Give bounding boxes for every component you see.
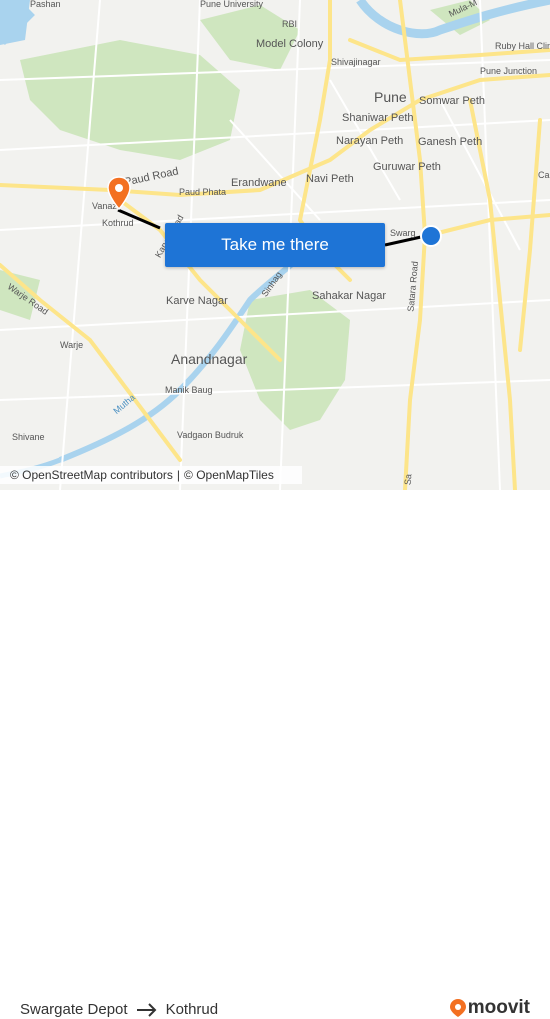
label-sahakar-nagar: Sahakar Nagar: [312, 290, 386, 302]
route-summary: Swargate Depot Kothrud: [20, 1001, 218, 1018]
label-ca-partial: Ca: [538, 170, 550, 180]
attribution-separator: |: [176, 468, 181, 482]
label-shivajinagar: Shivajinagar: [331, 57, 381, 67]
arrow-right-icon: [136, 1002, 158, 1017]
footer-bar: Swargate Depot Kothrud moovit: [0, 490, 550, 1018]
map-attribution: © OpenStreetMap contributors | © OpenMap…: [0, 466, 302, 484]
label-paud-phata: Paud Phata: [179, 187, 227, 197]
destination-name: Kothrud: [165, 1001, 219, 1018]
label-manik-baug: Manik Baug: [165, 385, 213, 395]
label-karve-nagar: Karve Nagar: [166, 295, 228, 307]
lake: [0, 0, 30, 45]
take-me-there-button[interactable]: Take me there: [165, 223, 385, 267]
moovit-logo: moovit: [449, 997, 530, 1019]
label-pune-university: Pune University: [200, 0, 264, 9]
label-shaniwar-peth: Shaniwar Peth: [342, 112, 414, 124]
osm-attribution-link[interactable]: © OpenStreetMap contributors: [10, 468, 173, 482]
label-anandnagar: Anandnagar: [171, 351, 248, 367]
label-ruby-hall: Ruby Hall Clin: [495, 41, 550, 51]
label-navi-peth: Navi Peth: [306, 173, 354, 185]
moovit-pin-icon: [449, 999, 466, 1017]
origin-marker-icon[interactable]: [420, 225, 442, 247]
label-kothrud: Kothrud: [102, 218, 134, 228]
origin-name: Swargate Depot: [20, 1001, 128, 1018]
map-view[interactable]: Pashan Pune University RBI Model Colony …: [0, 0, 550, 490]
label-warje: Warje: [60, 340, 84, 350]
label-swargate-partial: Swarg: [390, 228, 416, 238]
label-model-colony: Model Colony: [256, 38, 324, 50]
moovit-logo-text: moovit: [467, 997, 530, 1018]
label-pune: Pune: [374, 89, 407, 105]
label-narayan-peth: Narayan Peth: [336, 135, 404, 147]
label-pashan: Pashan: [30, 0, 61, 9]
label-ganesh-peth: Ganesh Peth: [418, 136, 483, 148]
label-pune-junction: Pune Junction: [480, 66, 538, 76]
label-guruwar-peth: Guruwar Peth: [373, 161, 441, 173]
label-shivane: Shivane: [12, 432, 45, 442]
label-erandwane: Erandwane: [231, 177, 287, 189]
omt-attribution-link[interactable]: © OpenMapTiles: [184, 468, 274, 482]
label-somwar-peth: Somwar Peth: [419, 95, 486, 107]
label-vadgaon-budruk: Vadgaon Budruk: [177, 430, 244, 440]
label-rbi: RBI: [282, 19, 298, 29]
destination-pin-icon[interactable]: [107, 176, 131, 210]
label-satara-road-bottom: Sa: [402, 473, 414, 486]
